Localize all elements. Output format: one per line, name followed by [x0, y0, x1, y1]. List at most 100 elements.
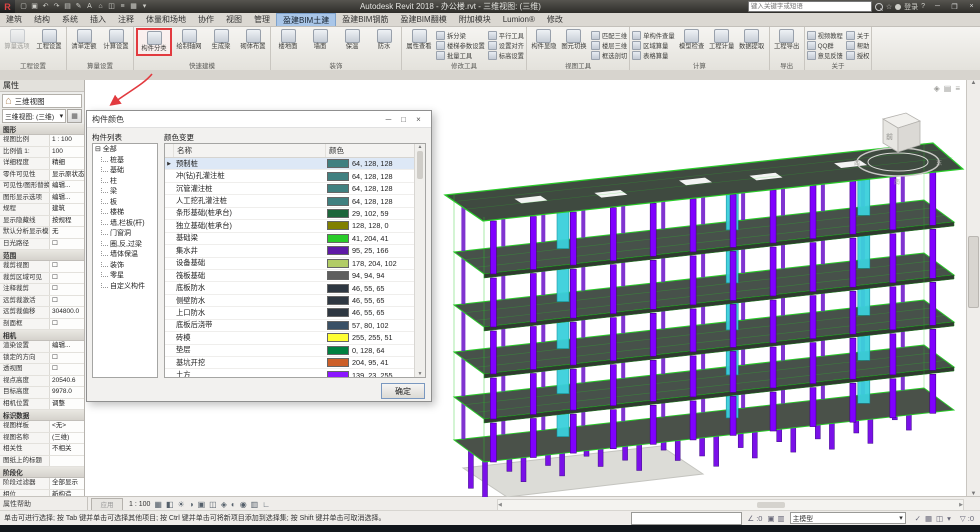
worksets-icon[interactable]: ▣ — [767, 514, 774, 523]
ribbon-button[interactable]: 区域算量 — [632, 40, 674, 50]
tree-item[interactable]: 装饰 — [95, 261, 157, 272]
reveal-hidden-elements-icon[interactable]: ◉ — [240, 500, 247, 509]
ribbon-button[interactable]: 帮助 — [846, 40, 870, 50]
search-input[interactable] — [748, 1, 872, 12]
ribbon-tab[interactable]: 视图 — [220, 13, 248, 26]
component-tree[interactable]: ⊟ 全部 桩基基础柱梁板楼梯墙,栏板(杆)门窗洞圈,反,过梁墙体保温装饰零星自定… — [92, 143, 158, 378]
ribbon-tab[interactable]: 盈建BIM钢筋 — [336, 13, 394, 26]
ribbon-button[interactable]: 楼层三维 — [591, 40, 627, 50]
property-row[interactable]: 日光路径☐ — [0, 239, 84, 251]
thin-lines-icon[interactable]: ≡ — [118, 2, 127, 11]
compass-east-label[interactable]: 东 — [936, 159, 942, 167]
color-swatch[interactable] — [327, 284, 349, 293]
ribbon-button[interactable]: 视频教程 — [807, 30, 843, 40]
ribbon-button[interactable]: 绘制轴网 — [174, 28, 204, 51]
dialog-title-bar[interactable]: 构件颜色 ─ □ × — [87, 111, 431, 128]
visual-style-icon[interactable]: ◧ — [166, 500, 174, 509]
color-swatch[interactable] — [327, 308, 349, 317]
property-row[interactable]: 零件可见性显示原状态 — [0, 170, 84, 182]
property-row[interactable]: 相关性不相关 — [0, 444, 84, 456]
tree-item[interactable]: 圈,反,过梁 — [95, 240, 157, 251]
property-row[interactable]: 比例值 1:100 — [0, 147, 84, 159]
property-row[interactable]: 图形显示选项编辑... — [0, 193, 84, 205]
color-swatch[interactable] — [327, 197, 349, 206]
color-table-row[interactable]: 垫层 0, 128, 64 — [165, 345, 414, 357]
ribbon-button[interactable]: 设置对齐 — [488, 40, 524, 50]
property-row[interactable]: 目标高度9978.0 — [0, 387, 84, 399]
redo-icon[interactable]: ↷ — [52, 2, 61, 11]
workset-input[interactable] — [631, 512, 742, 525]
select-toggle-icon[interactable]: ▾ — [947, 514, 951, 523]
property-row[interactable]: 视图比例1 : 100 — [0, 135, 84, 147]
color-swatch[interactable] — [327, 184, 349, 193]
apply-button[interactable]: 应用 — [91, 498, 123, 511]
tree-item[interactable]: 板 — [95, 198, 157, 209]
search-icon[interactable] — [875, 3, 883, 11]
close-button[interactable]: × — [963, 0, 980, 13]
color-swatch[interactable] — [327, 234, 349, 243]
shadows-icon[interactable]: ◑ — [189, 500, 194, 509]
tree-item[interactable]: 柱 — [95, 177, 157, 188]
color-table-row[interactable]: 基础梁 41, 204, 41 — [165, 233, 414, 245]
color-swatch[interactable] — [327, 333, 349, 342]
ribbon-button[interactable]: 框选剖切 — [591, 50, 627, 60]
ribbon-tab[interactable]: 盈建BIM翻模 — [394, 13, 452, 26]
property-row[interactable]: 详细程度精细 — [0, 158, 84, 170]
property-row[interactable]: 注释裁剪☐ — [0, 284, 84, 296]
property-row[interactable]: 锁定的方向☐ — [0, 353, 84, 365]
ribbon-button[interactable]: 批量工具 — [436, 50, 485, 60]
section-header-graphics[interactable]: 图形 — [0, 124, 84, 135]
scroll-right-icon[interactable]: ▶ — [959, 502, 963, 508]
color-swatch[interactable] — [327, 259, 349, 268]
color-table-row[interactable]: ▶ 预制桩 64, 128, 128 — [165, 158, 414, 170]
undo-icon[interactable]: ↶ — [41, 2, 50, 11]
active-design-option-select[interactable]: 主模型▾ — [790, 512, 906, 524]
tree-item[interactable]: 自定义构件 — [95, 282, 157, 293]
property-row[interactable]: 远剪裁激活☐ — [0, 296, 84, 308]
ribbon-tab[interactable]: 建筑 — [0, 13, 28, 26]
property-row[interactable]: 默认分析显示模式无 — [0, 227, 84, 239]
scroll-left-icon[interactable]: ◀ — [498, 502, 502, 508]
ribbon-button[interactable]: 图元切换 — [559, 28, 589, 51]
scroll-up-icon[interactable]: ▲ — [418, 144, 423, 150]
ribbon-tab[interactable]: 插入 — [84, 13, 112, 26]
color-swatch[interactable] — [327, 172, 349, 181]
ribbon-tab[interactable]: 协作 — [192, 13, 220, 26]
color-table-row[interactable]: 条形基础(桩承台) 29, 102, 59 — [165, 208, 414, 220]
type-preview[interactable]: ⌂ 三维视图 — [2, 94, 82, 108]
property-row[interactable]: 视图样板<无> — [0, 421, 84, 433]
section-icon[interactable]: ◫ — [107, 2, 116, 11]
color-table-row[interactable]: 土方 139, 23, 255 — [165, 369, 414, 377]
dialog-maximize-button[interactable]: □ — [396, 115, 411, 124]
ribbon-button[interactable]: 表格算量 — [632, 50, 674, 60]
color-table-row[interactable]: 冲(钻)孔灌注桩 64, 128, 128 — [165, 170, 414, 182]
ribbon-tab[interactable]: 结构 — [28, 13, 56, 26]
default-3d-view-icon[interactable]: ⌂ — [96, 2, 105, 11]
ribbon-button[interactable]: 防水 — [369, 28, 399, 51]
selection-filter-count[interactable]: ▽ :0 — [960, 514, 980, 523]
ribbon-button[interactable]: 标高设置 — [488, 50, 524, 60]
ribbon-tab[interactable]: 体量和场地 — [140, 13, 192, 26]
scroll-down-icon[interactable]: ▼ — [418, 371, 423, 377]
requests-icon[interactable]: ▥ — [778, 514, 785, 523]
dialog-minimize-button[interactable]: ─ — [381, 115, 396, 124]
scrollbar-thumb[interactable] — [757, 502, 785, 508]
ribbon-button[interactable]: 楼地面 — [273, 28, 303, 51]
ribbon-button[interactable]: 构件分类 — [136, 28, 172, 56]
ribbon-button[interactable]: 单构件查量 — [632, 30, 674, 40]
ribbon-button[interactable]: 匹配三维 — [591, 30, 627, 40]
tree-item[interactable]: 零星 — [95, 271, 157, 282]
scrollbar-thumb[interactable] — [417, 151, 423, 179]
ribbon-button[interactable]: 拆分梁 — [436, 30, 485, 40]
property-row[interactable]: 图纸上的标题 — [0, 456, 84, 468]
section-header-extents[interactable]: 范围 — [0, 250, 84, 261]
tree-item[interactable]: 墙体保温 — [95, 250, 157, 261]
ribbon-button[interactable]: 授权 — [846, 50, 870, 60]
section-header-phasing[interactable]: 阶段化 — [0, 467, 84, 478]
editable-only-icon[interactable]: ✓ — [915, 514, 921, 523]
type-selector[interactable]: 三维视图: (三维)▾ — [2, 109, 66, 123]
ribbon-button[interactable]: 楼梯参数设置 — [436, 40, 485, 50]
qat-customize-icon[interactable]: ▾ — [140, 2, 149, 11]
ribbon-button[interactable]: 墙面 — [305, 28, 335, 51]
worksharing-display-icon[interactable]: ◫ — [936, 514, 943, 523]
